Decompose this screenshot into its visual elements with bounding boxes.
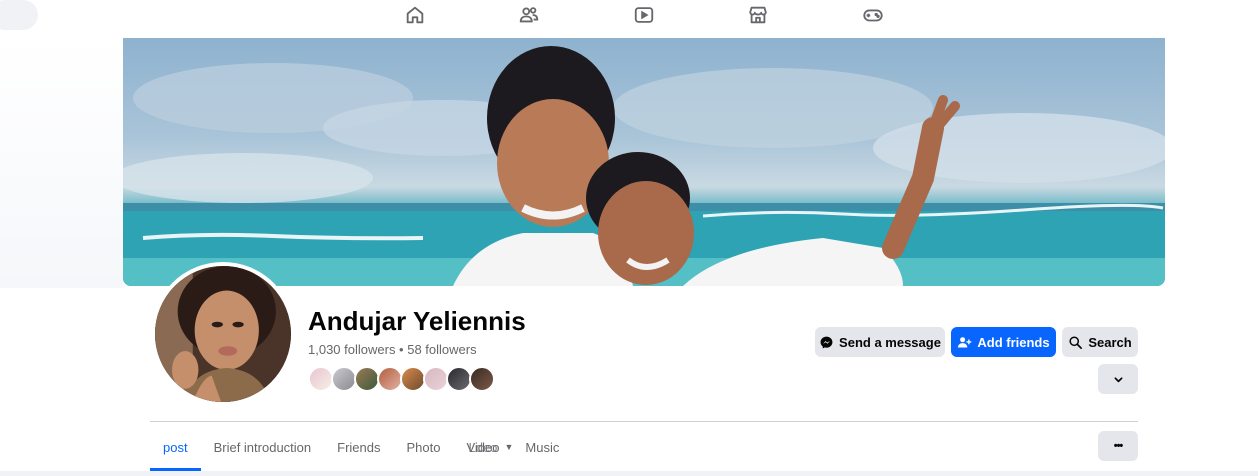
- search-pill[interactable]: [0, 0, 38, 30]
- profile-tabs: post Brief introduction Friends Photo Vi…: [150, 424, 572, 472]
- search-icon: [1069, 335, 1083, 349]
- top-nav-bar: [0, 0, 1258, 38]
- more-dots-icon: •••: [1113, 440, 1124, 452]
- friends-icon[interactable]: [516, 2, 542, 28]
- messenger-icon: [820, 336, 833, 348]
- followers-count[interactable]: 1,030 followers • 58 followers: [308, 342, 477, 357]
- search-label: Search: [1088, 334, 1132, 350]
- search-button[interactable]: Search: [1062, 327, 1138, 357]
- tabs-divider: [150, 421, 1138, 422]
- tab-friends-label: Friends: [337, 439, 381, 455]
- add-friend-icon: [958, 336, 972, 347]
- caret-down-icon: ▼: [504, 442, 514, 452]
- tab-video-label-ghost: Ldeo: [468, 439, 498, 455]
- chevron-down-icon: [1114, 376, 1122, 382]
- left-gradient: [0, 38, 123, 288]
- send-message-button[interactable]: Send a message: [815, 327, 945, 357]
- send-message-label: Send a message: [839, 334, 941, 350]
- tab-brief-introduction-label: Brief introduction: [213, 439, 312, 455]
- marketplace-icon[interactable]: [745, 2, 771, 28]
- tab-post[interactable]: post: [150, 424, 201, 471]
- tab-video-label-overlap: Video Ldeo: [466, 440, 499, 455]
- mutual-friends-avatars: [308, 366, 495, 394]
- more-options-button[interactable]: •••: [1098, 431, 1138, 461]
- home-icon[interactable]: [402, 2, 428, 28]
- tab-music-label: Music: [525, 439, 560, 455]
- friend-avatar[interactable]: [469, 366, 495, 392]
- video-icon[interactable]: [631, 2, 657, 28]
- expand-button[interactable]: [1098, 364, 1138, 394]
- gaming-icon[interactable]: [860, 2, 886, 28]
- tab-photo[interactable]: Photo: [394, 424, 454, 470]
- add-friends-label: Add friends: [977, 334, 1050, 350]
- cover-photo[interactable]: [123, 38, 1165, 286]
- tab-post-label: post: [163, 439, 188, 455]
- tab-brief-introduction[interactable]: Brief introduction: [201, 424, 325, 470]
- profile-name: Andujar Yeliennis: [308, 306, 526, 336]
- tab-friends[interactable]: Friends: [324, 424, 393, 470]
- tab-music[interactable]: Music: [517, 424, 572, 470]
- profile-avatar[interactable]: [151, 262, 295, 406]
- tab-video[interactable]: Video Ldeo ▼: [453, 424, 517, 470]
- page-bottom-strip: [0, 471, 1258, 476]
- add-friends-button[interactable]: Add friends: [951, 327, 1056, 357]
- tab-photo-label: Photo: [406, 439, 441, 455]
